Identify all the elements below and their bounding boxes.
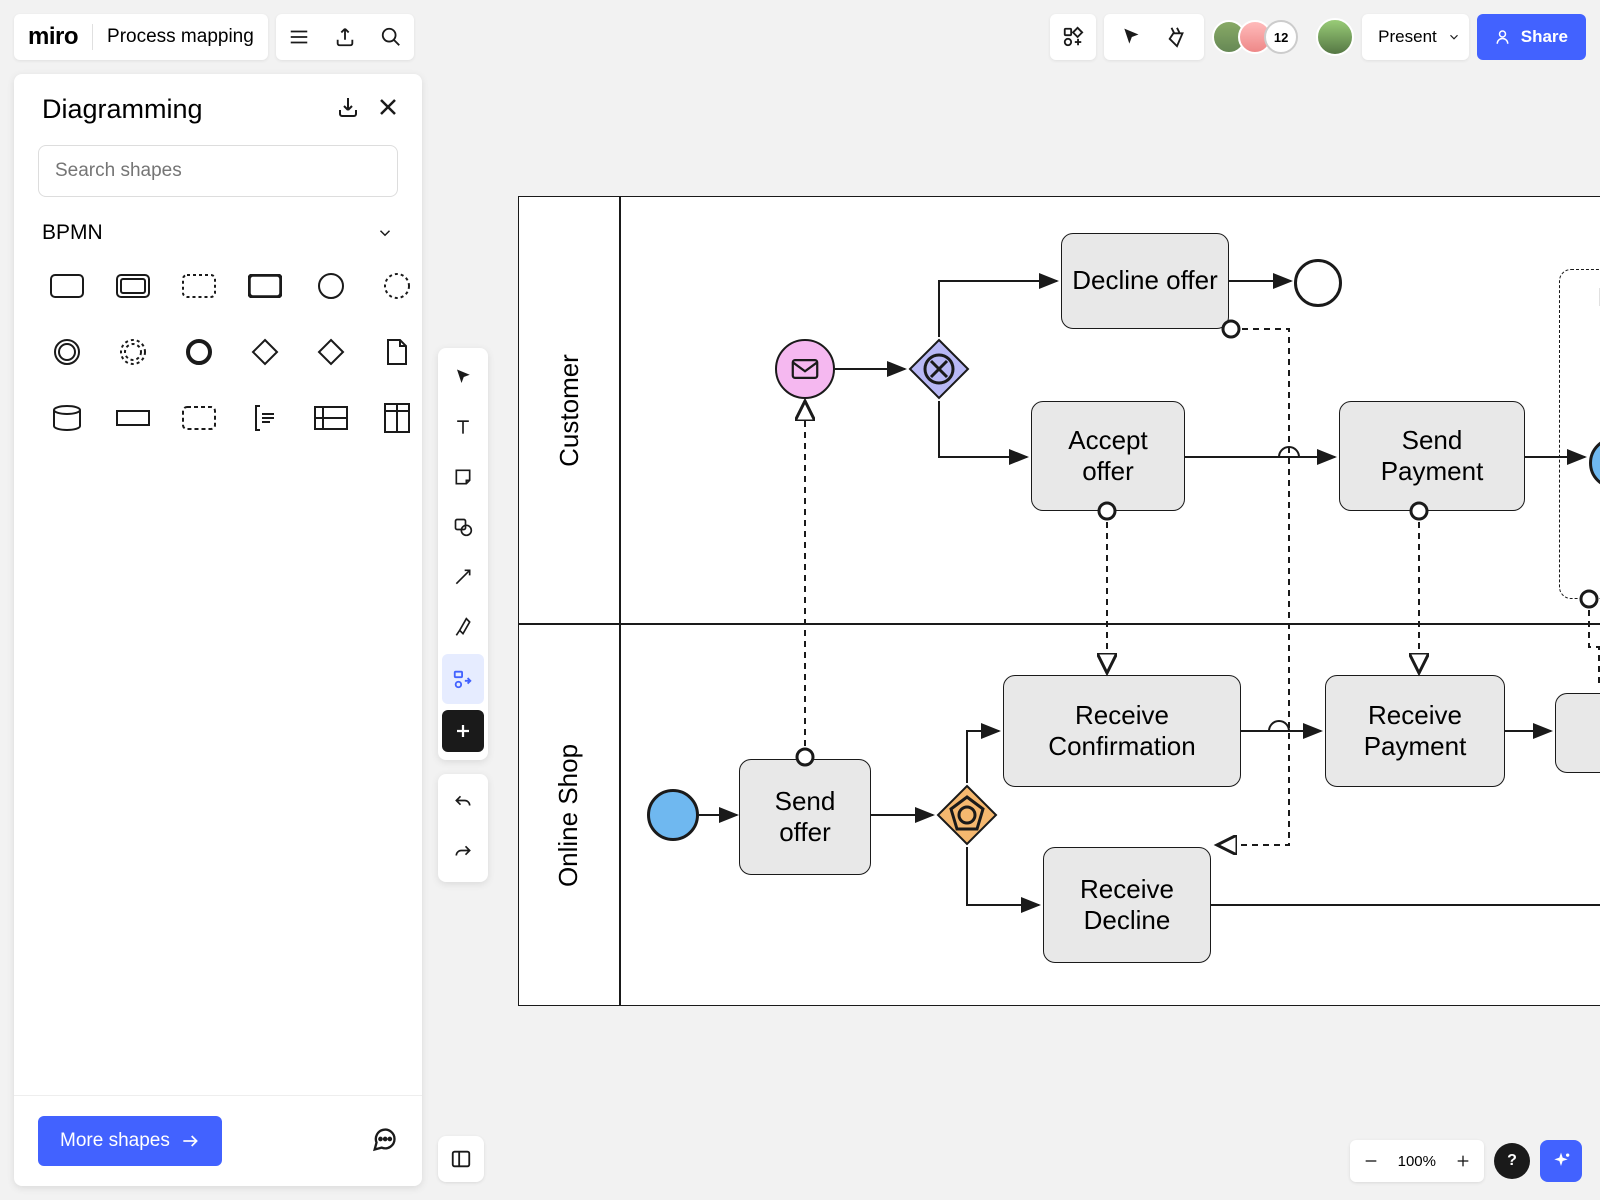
lane-label-customer[interactable]: Customer (519, 197, 619, 623)
share-button[interactable]: Share (1477, 14, 1586, 60)
export-icon[interactable] (322, 14, 368, 60)
ai-assist-button[interactable] (1540, 1140, 1582, 1182)
share-label: Share (1521, 27, 1568, 47)
text-tool[interactable] (438, 402, 488, 452)
task-receive-payment[interactable]: Receive Payment (1325, 675, 1505, 787)
frames-panel-button[interactable] (438, 1136, 484, 1182)
top-left-tools (276, 14, 414, 60)
shape-pool-vertical[interactable] (372, 393, 422, 443)
more-shapes-label: More shapes (60, 1130, 170, 1152)
present-label: Present (1378, 27, 1437, 47)
message-start-event[interactable] (775, 339, 835, 399)
search-icon[interactable] (368, 14, 414, 60)
shape-intermediate-event[interactable] (42, 327, 92, 377)
bpmn-section-header[interactable]: BPMN (14, 207, 422, 255)
shape-annotation-bracket[interactable] (240, 393, 290, 443)
shape-start-event[interactable] (306, 261, 356, 311)
zoom-in-button[interactable] (1442, 1140, 1484, 1182)
task-send-payment[interactable]: Send Payment (1339, 401, 1525, 511)
menu-icon[interactable] (276, 14, 322, 60)
lane-divider (519, 623, 1600, 625)
gateway-exclusive[interactable] (907, 337, 971, 401)
apps-icon[interactable] (1050, 14, 1096, 60)
task-send-offer[interactable]: Send offer (739, 759, 871, 875)
avatar-overflow[interactable]: 12 (1264, 20, 1298, 54)
arrow-right-icon (180, 1131, 200, 1151)
divider (92, 24, 93, 50)
zoom-value[interactable]: 100% (1392, 1153, 1442, 1170)
vertical-toolbar (438, 348, 488, 882)
shape-call-activity[interactable] (240, 261, 290, 311)
section-label: BPMN (42, 221, 103, 245)
shape-data-store[interactable] (42, 393, 92, 443)
present-button[interactable]: Present (1362, 14, 1469, 60)
undo-button[interactable] (438, 778, 488, 828)
help-button[interactable]: ? (1494, 1143, 1530, 1179)
shape-pool-horizontal[interactable] (306, 393, 356, 443)
zoom-out-button[interactable] (1350, 1140, 1392, 1182)
envelope-icon (791, 359, 819, 379)
more-shapes-button[interactable]: More shapes (38, 1116, 222, 1166)
select-tool[interactable] (438, 352, 488, 402)
board-title[interactable]: Process mapping (107, 26, 254, 48)
shape-tool[interactable] (438, 502, 488, 552)
task-receive-decline[interactable]: Receive Decline (1043, 847, 1211, 963)
user-add-icon (1495, 28, 1513, 46)
add-tool[interactable] (442, 710, 484, 752)
cursor-icon[interactable] (1108, 14, 1154, 60)
gateway-inclusive[interactable] (935, 783, 999, 847)
pen-tool[interactable] (438, 602, 488, 652)
diagramming-panel: Diagramming BPMN (14, 74, 422, 1186)
miro-logo[interactable]: miro (28, 23, 78, 51)
shape-group[interactable] (174, 393, 224, 443)
shape-intermediate-noninterrupting[interactable] (108, 327, 158, 377)
task-cutoff-r[interactable]: Re (1559, 269, 1600, 599)
shape-grid (14, 255, 422, 449)
shape-task[interactable] (42, 261, 92, 311)
diagramming-tool[interactable] (442, 654, 484, 704)
board-header[interactable]: miro Process mapping (14, 14, 268, 60)
shape-transaction[interactable] (108, 261, 158, 311)
lane-header-divider (619, 197, 621, 1005)
shape-gateway-exclusive[interactable] (306, 327, 356, 377)
close-icon[interactable] (376, 95, 400, 124)
shape-end-event[interactable] (174, 327, 224, 377)
chevron-down-icon[interactable] (1447, 30, 1461, 44)
end-event[interactable] (1294, 259, 1342, 307)
task-cutoff-in[interactable]: In (1555, 693, 1600, 773)
shape-event-subprocess[interactable] (174, 261, 224, 311)
reactions-icon[interactable] (1154, 14, 1200, 60)
redo-button[interactable] (438, 828, 488, 878)
bpmn-pool[interactable]: Customer Online Shop Decline offer Accep… (518, 196, 1600, 1006)
lane-label-shop[interactable]: Online Shop (519, 623, 619, 1007)
import-icon[interactable] (336, 95, 360, 124)
shape-start-event-noninterrupting[interactable] (372, 261, 422, 311)
task-decline-offer[interactable]: Decline offer (1061, 233, 1229, 329)
search-shapes-input[interactable] (38, 145, 398, 197)
current-user-avatar[interactable] (1316, 18, 1354, 56)
chevron-down-icon (376, 224, 394, 242)
start-event-shop[interactable] (647, 789, 699, 841)
collaborator-avatars[interactable]: 12 (1212, 20, 1298, 54)
cursor-tools (1104, 14, 1204, 60)
panel-title: Diagramming (42, 94, 203, 125)
task-accept-offer[interactable]: Accept offer (1031, 401, 1185, 511)
shape-gateway[interactable] (240, 327, 290, 377)
comment-icon[interactable] (370, 1125, 398, 1158)
shape-text-annotation[interactable] (108, 393, 158, 443)
sticky-note-tool[interactable] (438, 452, 488, 502)
shape-data-object[interactable] (372, 327, 422, 377)
zoom-controls: 100% ? (1350, 1140, 1582, 1182)
connector-tool[interactable] (438, 552, 488, 602)
task-receive-confirmation[interactable]: Receive Confirmation (1003, 675, 1241, 787)
